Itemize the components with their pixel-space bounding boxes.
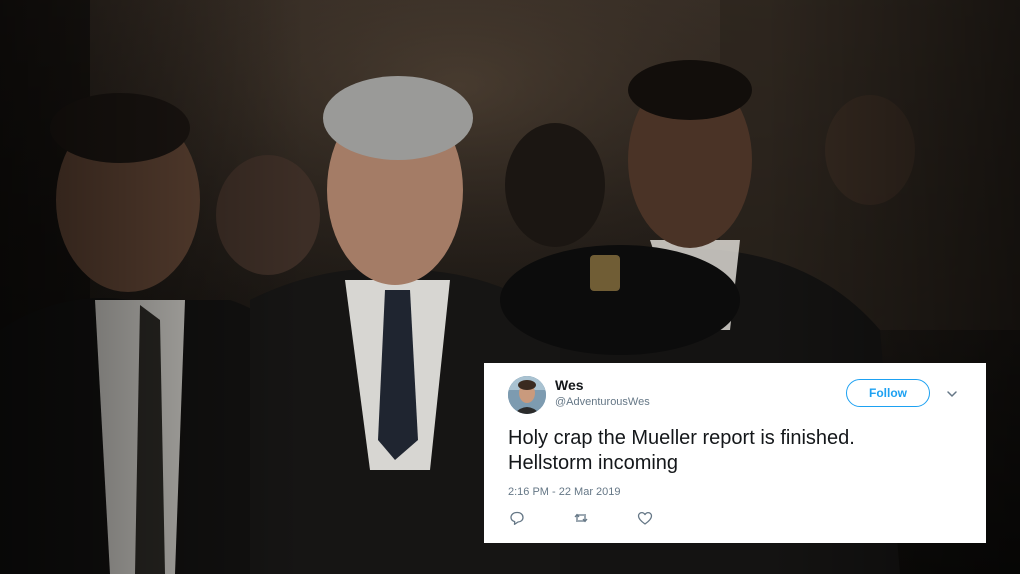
chevron-down-icon[interactable] — [946, 387, 958, 399]
tweet-text: Holy crap the Mueller report is finished… — [508, 426, 968, 476]
follow-button[interactable]: Follow — [846, 379, 930, 407]
tweet-text-line-2: Hellstorm incoming — [508, 452, 679, 474]
tweet-timestamp[interactable]: 2:16 PM - 22 Mar 2019 — [508, 486, 621, 498]
retweet-icon[interactable] — [572, 509, 590, 527]
tweet-card: Wes @AdventurousWes Follow Holy crap the… — [484, 363, 986, 543]
author-handle[interactable]: @AdventurousWes — [555, 396, 650, 408]
like-icon[interactable] — [636, 509, 654, 527]
author-name[interactable]: Wes — [555, 377, 584, 393]
avatar-image — [508, 376, 546, 414]
avatar[interactable] — [508, 376, 546, 414]
tweet-text-line-1: Holy crap the Mueller report is finished… — [508, 427, 855, 449]
reply-icon[interactable] — [508, 509, 526, 527]
